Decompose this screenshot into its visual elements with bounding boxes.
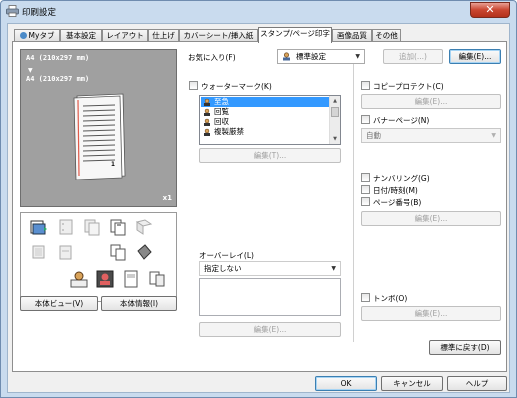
scroll-thumb[interactable] [331, 107, 339, 117]
tombo-edit-button[interactable]: 編集(E)... [361, 306, 501, 321]
list-item-label: 至急 [214, 97, 229, 106]
paper-tray-icon[interactable] [30, 218, 48, 236]
list-item-label: 複製厳禁 [214, 127, 244, 136]
arrow-down-icon: ▼ [28, 67, 33, 74]
stamp-icon [204, 98, 210, 106]
list-item[interactable]: 回収 [201, 117, 329, 127]
offset-icon[interactable] [135, 243, 153, 261]
punch-icon[interactable] [57, 218, 75, 236]
favorites-label: お気に入り(F) [188, 53, 236, 62]
chevron-down-icon: ▼ [331, 265, 336, 272]
stamp-icon [204, 128, 210, 136]
list-item-label: 回覧 [214, 107, 229, 116]
watermark-edit-button[interactable]: 編集(T)... [199, 148, 341, 163]
copy-protect-edit-button[interactable]: 編集(E)... [361, 94, 501, 109]
copy-protect-checkbox[interactable] [361, 81, 370, 90]
overlay-label: オーバーレイ(L) [199, 251, 254, 260]
close-button[interactable]: ✕ [470, 2, 510, 18]
fax-icon[interactable] [148, 270, 166, 288]
list-item-label: 回収 [214, 117, 229, 126]
list-item[interactable]: 回覧 [201, 107, 329, 117]
title-bar[interactable]: 印刷設定 ✕ [1, 1, 516, 22]
window-title: 印刷設定 [22, 8, 57, 18]
page-number-edit-button[interactable]: 編集(E)... [361, 211, 501, 226]
preview-pane: A4 (210x297 mm) ▼ A4 (210x297 mm) 1 x1 [20, 49, 177, 207]
scroll-up-icon[interactable]: ▲ [330, 96, 340, 106]
zfold-icon[interactable] [57, 243, 75, 261]
footer-buttons: OK キャンセル ヘルプ [8, 376, 511, 394]
overlay-detail-box [199, 278, 341, 316]
watermark-label: ウォーターマーク(K) [201, 82, 272, 91]
favorites-select[interactable]: 標準設定 ▼ [277, 49, 365, 64]
tab-stamp-page-print[interactable]: スタンプ/ページ印字 [258, 27, 332, 43]
input-paper-size: A4 (210x297 mm) [26, 54, 90, 62]
tab-label: Myタブ [28, 31, 55, 40]
page-preview-image [73, 93, 126, 180]
stamp-icon [204, 108, 210, 116]
copies-count: x1 [162, 194, 172, 202]
banner-page-value: 自動 [366, 131, 381, 140]
help-button[interactable]: ヘルプ [447, 376, 507, 391]
overlay-select[interactable]: 指定しない ▼ [199, 261, 341, 276]
favorites-add-button[interactable]: 追加(...) [383, 49, 443, 64]
datetime-checkbox[interactable] [361, 185, 370, 194]
list-item[interactable]: 至急 [201, 97, 329, 107]
numbering-label: ナンバリング(G) [373, 174, 430, 183]
copy-protect-label: コピープロテクト(C) [373, 82, 444, 91]
ok-button[interactable]: OK [315, 376, 377, 391]
datetime-label: 日付/時刻(M) [373, 186, 418, 195]
staple-icon[interactable] [109, 218, 127, 236]
page-number-label: 1 [111, 160, 115, 168]
my-tab-icon [19, 32, 27, 39]
overlay-edit-button[interactable]: 編集(E)... [199, 322, 341, 337]
printer-icon [6, 5, 19, 17]
stamp-icon [204, 118, 210, 126]
account-track-icon[interactable] [96, 270, 114, 288]
tombo-checkbox[interactable] [361, 293, 370, 302]
scroll-down-icon[interactable]: ▼ [330, 134, 340, 144]
list-item[interactable]: 複製厳禁 [201, 127, 329, 137]
user-auth-icon[interactable] [70, 270, 88, 288]
dialog-body: Myタブ 基本設定 レイアウト 仕上げ カバーシート/挿入紙 スタンプ/ページ印… [7, 23, 510, 393]
tombo-label: トンボ(O) [373, 294, 408, 303]
device-view-button[interactable]: 本体ビュー(V) [20, 296, 98, 311]
device-info-button[interactable]: 本体情報(I) [101, 296, 177, 311]
favorites-person-icon [283, 52, 290, 61]
cancel-button[interactable]: キャンセル [381, 376, 443, 391]
page-number-checkbox[interactable] [361, 197, 370, 206]
column-divider [353, 64, 354, 342]
print-settings-window: 印刷設定 ✕ Myタブ 基本設定 レイアウト 仕上げ カバーシート/挿入紙 スタ… [0, 0, 517, 398]
booklet-icon[interactable] [30, 243, 48, 261]
watermark-checkbox[interactable] [189, 81, 198, 90]
overlay-value: 指定しない [204, 264, 242, 273]
chevron-down-icon: ▼ [355, 53, 360, 60]
chevron-down-icon: ▼ [491, 132, 496, 139]
sort-icon[interactable] [109, 243, 127, 261]
list-scrollbar[interactable]: ▲ ▼ [329, 96, 340, 144]
numbering-checkbox[interactable] [361, 173, 370, 182]
banner-page-checkbox[interactable] [361, 115, 370, 124]
stamp-page-print-panel: A4 (210x297 mm) ▼ A4 (210x297 mm) 1 x1 本… [12, 41, 507, 372]
hdd-icon[interactable] [122, 270, 140, 288]
output-paper-size: A4 (210x297 mm) [26, 75, 90, 83]
fold-icon[interactable] [135, 218, 153, 236]
page-number-label: ページ番号(B) [373, 198, 422, 207]
banner-page-label: バナーページ(N) [373, 116, 430, 125]
favorites-edit-button[interactable]: 編集(E)... [449, 49, 501, 64]
device-options-panel [20, 212, 177, 302]
banner-page-select[interactable]: 自動 ▼ [361, 128, 501, 143]
restore-default-button[interactable]: 標準に戻す(D) [429, 340, 501, 355]
duplex-icon[interactable] [83, 218, 101, 236]
watermark-list[interactable]: 至急 回覧 回収 複製厳禁 ▲ ▼ [199, 95, 341, 145]
favorites-value: 標準設定 [296, 52, 326, 61]
